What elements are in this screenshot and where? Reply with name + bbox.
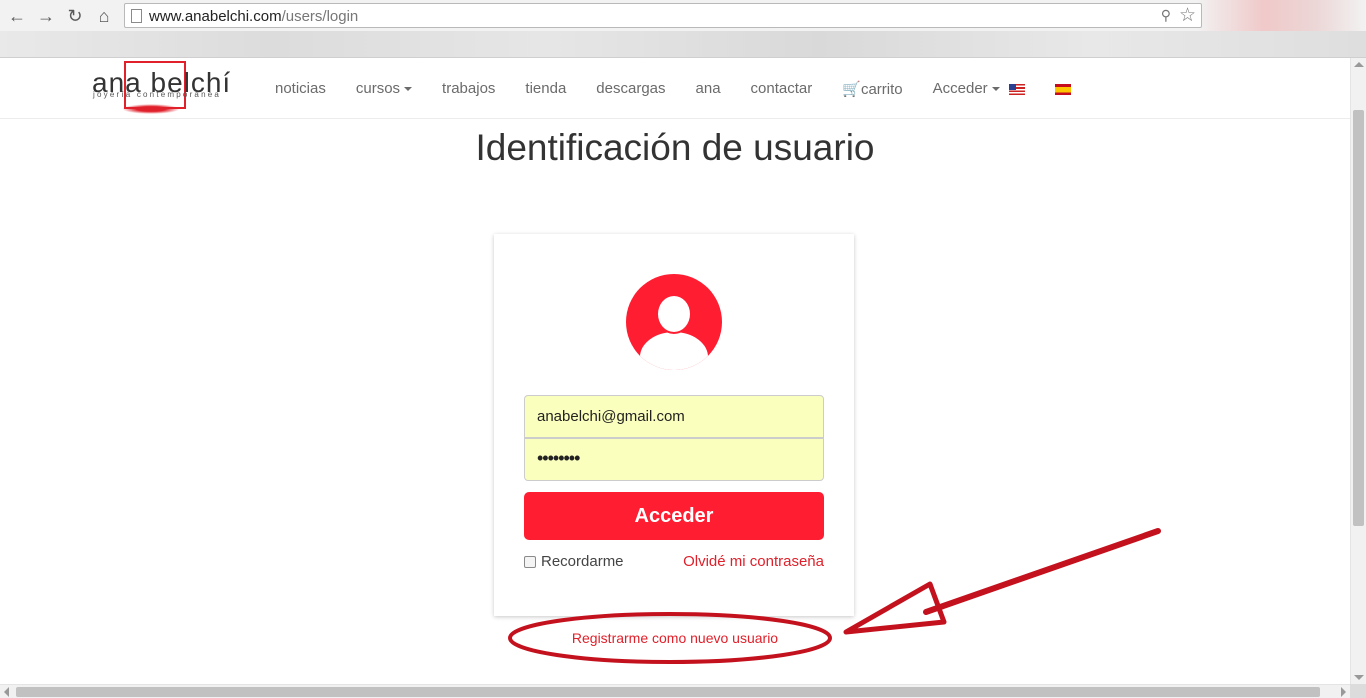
menu-item-acceder[interactable]: Acceder xyxy=(933,80,1000,100)
page-icon xyxy=(131,9,142,23)
menu-item-ana[interactable]: ana xyxy=(696,80,721,100)
site-logo[interactable]: ana belchí joyería contemporánea xyxy=(92,60,232,118)
menu-item-carrito[interactable]: 🛒carrito xyxy=(842,80,902,100)
scrollbar-corner xyxy=(1350,684,1366,698)
caret-down-icon xyxy=(991,87,1000,92)
reload-button[interactable]: ↻ xyxy=(64,5,86,27)
horizontal-scroll-thumb[interactable] xyxy=(16,687,1320,697)
bookmark-star-icon[interactable]: ☆ xyxy=(1179,4,1196,27)
vertical-scrollbar[interactable] xyxy=(1350,58,1366,684)
scroll-left-icon[interactable] xyxy=(4,687,9,697)
menu-item-trabajos[interactable]: trabajos xyxy=(442,80,495,100)
user-avatar-icon xyxy=(626,274,722,370)
reload-icon: ↻ xyxy=(67,6,83,26)
arrow-left-icon: ← xyxy=(8,6,26,26)
register-link[interactable]: Registrarme como nuevo usuario xyxy=(520,630,830,646)
forward-button[interactable]: → xyxy=(35,5,57,27)
bookmarks-bar xyxy=(0,31,1366,57)
page-title: Identificación de usuario xyxy=(475,127,875,168)
email-field[interactable]: anabelchi@gmail.com xyxy=(524,395,824,438)
back-button[interactable]: ← xyxy=(6,5,28,27)
login-card: anabelchi@gmail.com •••••••• Acceder Rec… xyxy=(494,234,854,616)
avatar-body xyxy=(640,332,708,370)
menu-item-descargas[interactable]: descargas xyxy=(596,80,665,100)
home-button[interactable]: ⌂ xyxy=(93,5,115,27)
site-header: ana belchí joyería contemporánea noticia… xyxy=(0,58,1350,119)
scroll-right-icon[interactable] xyxy=(1341,687,1346,697)
pointer-arrow xyxy=(843,528,1161,635)
remember-checkbox[interactable] xyxy=(524,555,536,568)
address-bar[interactable]: www.anabelchi.com/users/login ⚲ ☆ xyxy=(124,3,1202,28)
login-button[interactable]: Acceder xyxy=(524,492,824,540)
horizontal-scrollbar[interactable] xyxy=(0,684,1350,698)
caret-down-icon xyxy=(404,87,413,92)
window-controls-blurred xyxy=(1196,0,1366,31)
remember-label: Recordarme xyxy=(541,553,624,570)
menu-item-contactar[interactable]: contactar xyxy=(751,80,813,100)
menu-item-tienda[interactable]: tienda xyxy=(525,80,566,100)
cart-icon: 🛒 xyxy=(842,81,861,98)
scroll-up-icon[interactable] xyxy=(1354,62,1364,67)
en-flag-icon[interactable] xyxy=(1009,84,1025,95)
key-icon[interactable]: ⚲ xyxy=(1161,7,1171,24)
es-flag-icon[interactable] xyxy=(1055,84,1071,95)
menu-item-noticias[interactable]: noticias xyxy=(275,80,326,100)
menu-item-cursos[interactable]: cursos xyxy=(356,80,413,100)
scroll-down-icon[interactable] xyxy=(1354,675,1364,680)
main-menu: noticias cursos trabajos tienda descarga… xyxy=(275,80,1030,100)
url-text: www.anabelchi.com/users/login xyxy=(149,8,359,25)
logo-splash xyxy=(122,104,180,114)
password-field[interactable]: •••••••• xyxy=(524,438,824,481)
remember-me[interactable]: Recordarme xyxy=(524,553,624,570)
vertical-scroll-thumb[interactable] xyxy=(1353,110,1364,526)
home-icon: ⌂ xyxy=(98,6,110,26)
avatar-head xyxy=(656,294,692,334)
arrow-right-icon: → xyxy=(37,6,55,26)
browser-toolbar: ← → ↻ ⌂ www.anabelchi.com/users/login ⚲ … xyxy=(0,0,1366,58)
forgot-password-link[interactable]: Olvidé mi contraseña xyxy=(683,553,824,570)
logo-tagline: joyería contemporánea xyxy=(93,90,222,99)
